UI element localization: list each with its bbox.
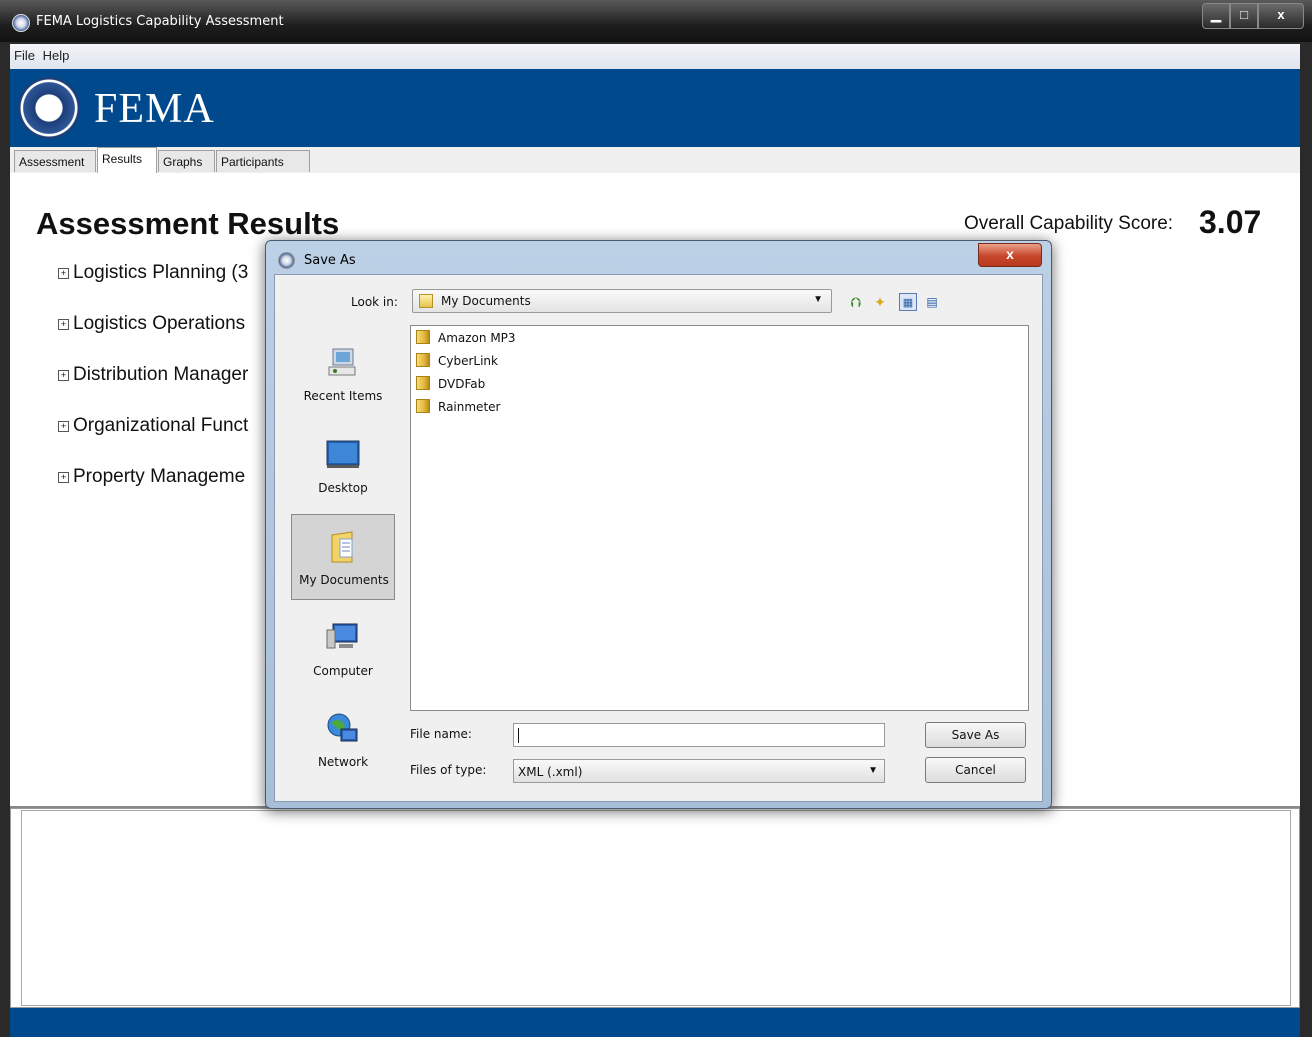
tab-graphs[interactable]: Graphs (158, 150, 215, 172)
look-in-label: Look in: (351, 295, 398, 309)
status-bar (10, 1008, 1300, 1037)
cancel-button[interactable]: Cancel (925, 757, 1026, 783)
window-title: FEMA Logistics Capability Assessment (36, 14, 284, 29)
dialog-body: Look in: My Documents ▼ ⮉ ✦ ▦ ▤ Recent I… (274, 274, 1043, 802)
file-label: Amazon MP3 (438, 331, 516, 345)
place-label: My Documents (299, 573, 389, 587)
tab-assessment[interactable]: Assessment (14, 150, 96, 172)
tab-results[interactable]: Results (97, 147, 157, 174)
expand-icon[interactable]: + (58, 268, 69, 279)
folder-icon (416, 399, 430, 413)
category-label: Distribution Manager (73, 364, 249, 385)
tab-participants[interactable]: Participants (216, 150, 310, 172)
place-label: Network (317, 755, 369, 769)
minimize-button[interactable]: ▁ (1202, 3, 1230, 29)
expand-icon[interactable]: + (58, 370, 69, 381)
maximize-button[interactable]: □ (1230, 3, 1258, 29)
dialog-seal-icon (278, 252, 295, 269)
details-view-icon[interactable]: ▤ (923, 293, 941, 311)
places-bar: Recent Items Desktop My Documents Comput… (291, 325, 403, 793)
desktop-icon (326, 440, 360, 468)
category-label: Property Manageme (73, 466, 246, 487)
title-bar: FEMA Logistics Capability Assessment ▁ □… (0, 0, 1312, 42)
detail-panel (10, 808, 1300, 1008)
window-controls: ▁ □ x (1202, 3, 1304, 29)
file-name-input[interactable] (513, 723, 885, 747)
documents-folder-icon (419, 294, 433, 308)
folder-icon (416, 353, 430, 367)
category-label: Logistics Planning (3 (73, 262, 249, 283)
score-label: Overall Capability Score: (964, 213, 1174, 234)
file-list[interactable]: Amazon MP3 CyberLink DVDFab Rainmeter (410, 325, 1029, 711)
up-folder-icon[interactable]: ⮉ (847, 293, 865, 311)
category-distribution-management[interactable]: + Distribution Manager (58, 364, 248, 386)
my-documents-icon (331, 531, 353, 563)
folder-icon (416, 330, 430, 344)
dialog-title: Save As (304, 253, 356, 268)
page-title: Assessment Results (36, 206, 340, 241)
expand-icon[interactable]: + (58, 421, 69, 432)
chevron-down-icon: ▼ (868, 765, 878, 776)
tab-bar: Assessment Results Graphs Participants (10, 147, 1300, 174)
place-network[interactable]: Network (291, 697, 395, 783)
list-item[interactable]: Amazon MP3 (416, 330, 516, 350)
expand-icon[interactable]: + (58, 319, 69, 330)
files-of-type-select[interactable]: XML (.xml) ▼ (513, 759, 885, 783)
list-view-icon[interactable]: ▦ (899, 293, 917, 311)
category-organizational-function[interactable]: + Organizational Funct (58, 415, 248, 437)
folder-icon (416, 376, 430, 390)
menu-bar: File Help (10, 44, 1300, 69)
list-item[interactable]: Rainmeter (416, 399, 500, 419)
computer-icon (326, 623, 358, 649)
dhs-seal-logo (18, 77, 80, 139)
list-item[interactable]: DVDFab (416, 376, 485, 396)
place-desktop[interactable]: Desktop (291, 423, 395, 509)
file-label: CyberLink (438, 354, 498, 368)
category-label: Logistics Operations (73, 313, 246, 334)
detail-area (21, 810, 1291, 1006)
category-logistics-planning[interactable]: + Logistics Planning (3 (58, 262, 248, 284)
fema-banner: FEMA (10, 69, 1300, 147)
file-label: DVDFab (438, 377, 486, 391)
save-as-dialog: Save As x Look in: My Documents ▼ ⮉ ✦ ▦ … (265, 240, 1052, 809)
menu-help[interactable]: Help (39, 44, 70, 63)
place-label: Computer (313, 664, 373, 678)
save-as-button[interactable]: Save As (925, 722, 1026, 748)
place-label: Recent Items (303, 389, 383, 403)
files-of-type-label: Files of type: (410, 763, 487, 777)
look-in-combo[interactable]: My Documents ▼ (412, 289, 832, 313)
look-in-value: My Documents (441, 294, 531, 308)
app-seal-icon (12, 14, 30, 32)
menu-file[interactable]: File (10, 44, 35, 63)
place-recent-items[interactable]: Recent Items (291, 331, 395, 417)
category-logistics-operations[interactable]: + Logistics Operations (58, 313, 245, 335)
list-item[interactable]: CyberLink (416, 353, 498, 373)
file-label: Rainmeter (438, 400, 501, 414)
text-caret (518, 728, 519, 743)
score-value: 3.07 (1199, 204, 1262, 240)
place-my-documents[interactable]: My Documents (291, 514, 395, 600)
file-name-label: File name: (410, 727, 472, 741)
category-label: Organizational Funct (73, 415, 249, 436)
expand-icon[interactable]: + (58, 472, 69, 483)
recent-items-icon (328, 348, 356, 376)
place-label: Desktop (318, 481, 368, 495)
network-icon (327, 713, 358, 742)
new-folder-icon[interactable]: ✦ (871, 293, 889, 311)
category-property-management[interactable]: + Property Manageme (58, 466, 245, 488)
brand-text: FEMA (94, 86, 215, 132)
place-computer[interactable]: Computer (291, 606, 395, 692)
dialog-close-button[interactable]: x (978, 243, 1042, 267)
chevron-down-icon: ▼ (813, 294, 823, 305)
files-of-type-value: XML (.xml) (518, 765, 583, 779)
close-button[interactable]: x (1258, 3, 1304, 29)
